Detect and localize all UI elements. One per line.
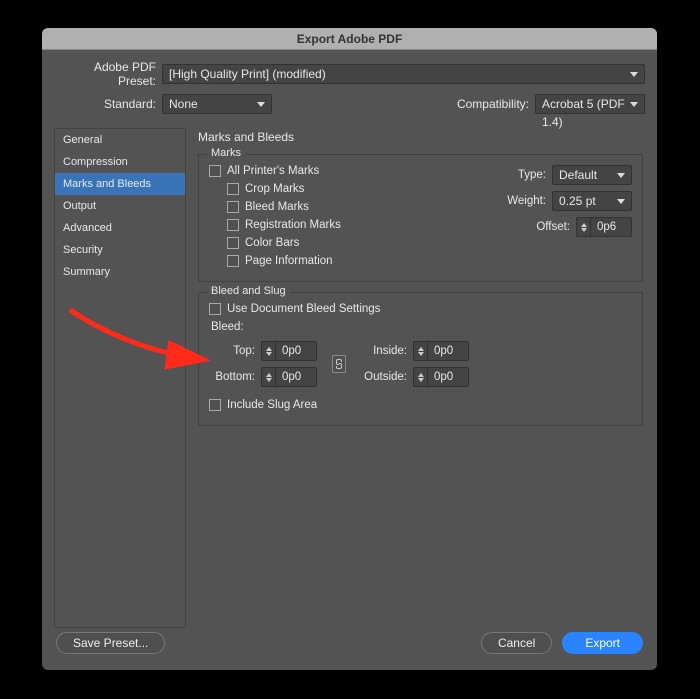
offset-stepper[interactable] <box>577 218 591 236</box>
dialog-titlebar: Export Adobe PDF <box>42 28 657 50</box>
bleed-bottom-stepper[interactable] <box>262 368 276 386</box>
bleed-inside-input[interactable]: 0p0 <box>413 341 469 361</box>
sidebar-item-security[interactable]: Security <box>55 239 185 261</box>
bleed-top-label: Top: <box>209 345 261 357</box>
sidebar-item-marks-bleeds[interactable]: Marks and Bleeds <box>55 173 185 195</box>
bleed-top-stepper[interactable] <box>262 342 276 360</box>
bleed-top-input[interactable]: 0p0 <box>261 341 317 361</box>
bleed-slug-legend: Bleed and Slug <box>207 285 290 297</box>
crop-marks-checkbox[interactable] <box>227 183 239 195</box>
color-bars-checkbox[interactable] <box>227 237 239 249</box>
marks-legend: Marks <box>207 147 245 159</box>
save-preset-button[interactable]: Save Preset... <box>56 632 165 654</box>
preset-label: Adobe PDF Preset: <box>54 60 162 88</box>
bleed-slug-fieldset: Bleed and Slug Use Document Bleed Settin… <box>198 292 643 426</box>
export-button[interactable]: Export <box>562 632 643 654</box>
bleed-bottom-label: Bottom: <box>209 371 261 383</box>
page-info-checkbox[interactable] <box>227 255 239 267</box>
color-bars-label: Color Bars <box>245 237 299 249</box>
cancel-button[interactable]: Cancel <box>481 632 552 654</box>
registration-marks-checkbox[interactable] <box>227 219 239 231</box>
bleed-outside-stepper[interactable] <box>414 368 428 386</box>
use-document-bleed-checkbox[interactable] <box>209 303 221 315</box>
sidebar-item-summary[interactable]: Summary <box>55 261 185 283</box>
all-printers-marks-label: All Printer's Marks <box>227 165 319 177</box>
weight-select[interactable]: 0.25 pt <box>552 191 632 211</box>
sidebar-item-general[interactable]: General <box>55 129 185 151</box>
offset-value: 0p6 <box>591 221 631 233</box>
standard-select[interactable]: None <box>162 94 272 114</box>
page-info-label: Page Information <box>245 255 333 267</box>
bleed-inside-value: 0p0 <box>428 345 468 357</box>
compatibility-select[interactable]: Acrobat 5 (PDF 1.4) <box>535 94 645 114</box>
bleed-bottom-input[interactable]: 0p0 <box>261 367 317 387</box>
bleed-bottom-value: 0p0 <box>276 371 316 383</box>
bleed-marks-checkbox[interactable] <box>227 201 239 213</box>
bleed-top-value: 0p0 <box>276 345 316 357</box>
bleed-outside-input[interactable]: 0p0 <box>413 367 469 387</box>
weight-label: Weight: <box>507 195 552 207</box>
panel-title: Marks and Bleeds <box>198 130 643 144</box>
link-bleed-icon[interactable] <box>327 344 351 384</box>
preset-select[interactable]: [High Quality Print] (modified) <box>162 64 645 84</box>
crop-marks-label: Crop Marks <box>245 183 304 195</box>
marks-fieldset: Marks All Printer's Marks Crop Marks <box>198 154 643 282</box>
bleed-outside-label: Outside: <box>361 371 413 383</box>
export-pdf-dialog: Export Adobe PDF Adobe PDF Preset: [High… <box>42 28 657 670</box>
category-sidebar: General Compression Marks and Bleeds Out… <box>54 128 186 628</box>
bleed-marks-label: Bleed Marks <box>245 201 309 213</box>
sidebar-item-output[interactable]: Output <box>55 195 185 217</box>
bleed-outside-value: 0p0 <box>428 371 468 383</box>
bleed-inside-label: Inside: <box>361 345 413 357</box>
compatibility-label: Compatibility: <box>457 97 535 111</box>
include-slug-checkbox[interactable] <box>209 399 221 411</box>
registration-marks-label: Registration Marks <box>245 219 341 231</box>
standard-label: Standard: <box>54 97 162 111</box>
include-slug-label: Include Slug Area <box>227 399 317 411</box>
use-document-bleed-label: Use Document Bleed Settings <box>227 303 380 315</box>
bleed-label: Bleed: <box>211 321 632 333</box>
bleed-inside-stepper[interactable] <box>414 342 428 360</box>
type-select[interactable]: Default <box>552 165 632 185</box>
sidebar-item-compression[interactable]: Compression <box>55 151 185 173</box>
sidebar-item-advanced[interactable]: Advanced <box>55 217 185 239</box>
type-label: Type: <box>518 169 552 181</box>
offset-label: Offset: <box>536 221 576 233</box>
offset-input[interactable]: 0p6 <box>576 217 632 237</box>
all-printers-marks-checkbox[interactable] <box>209 165 221 177</box>
